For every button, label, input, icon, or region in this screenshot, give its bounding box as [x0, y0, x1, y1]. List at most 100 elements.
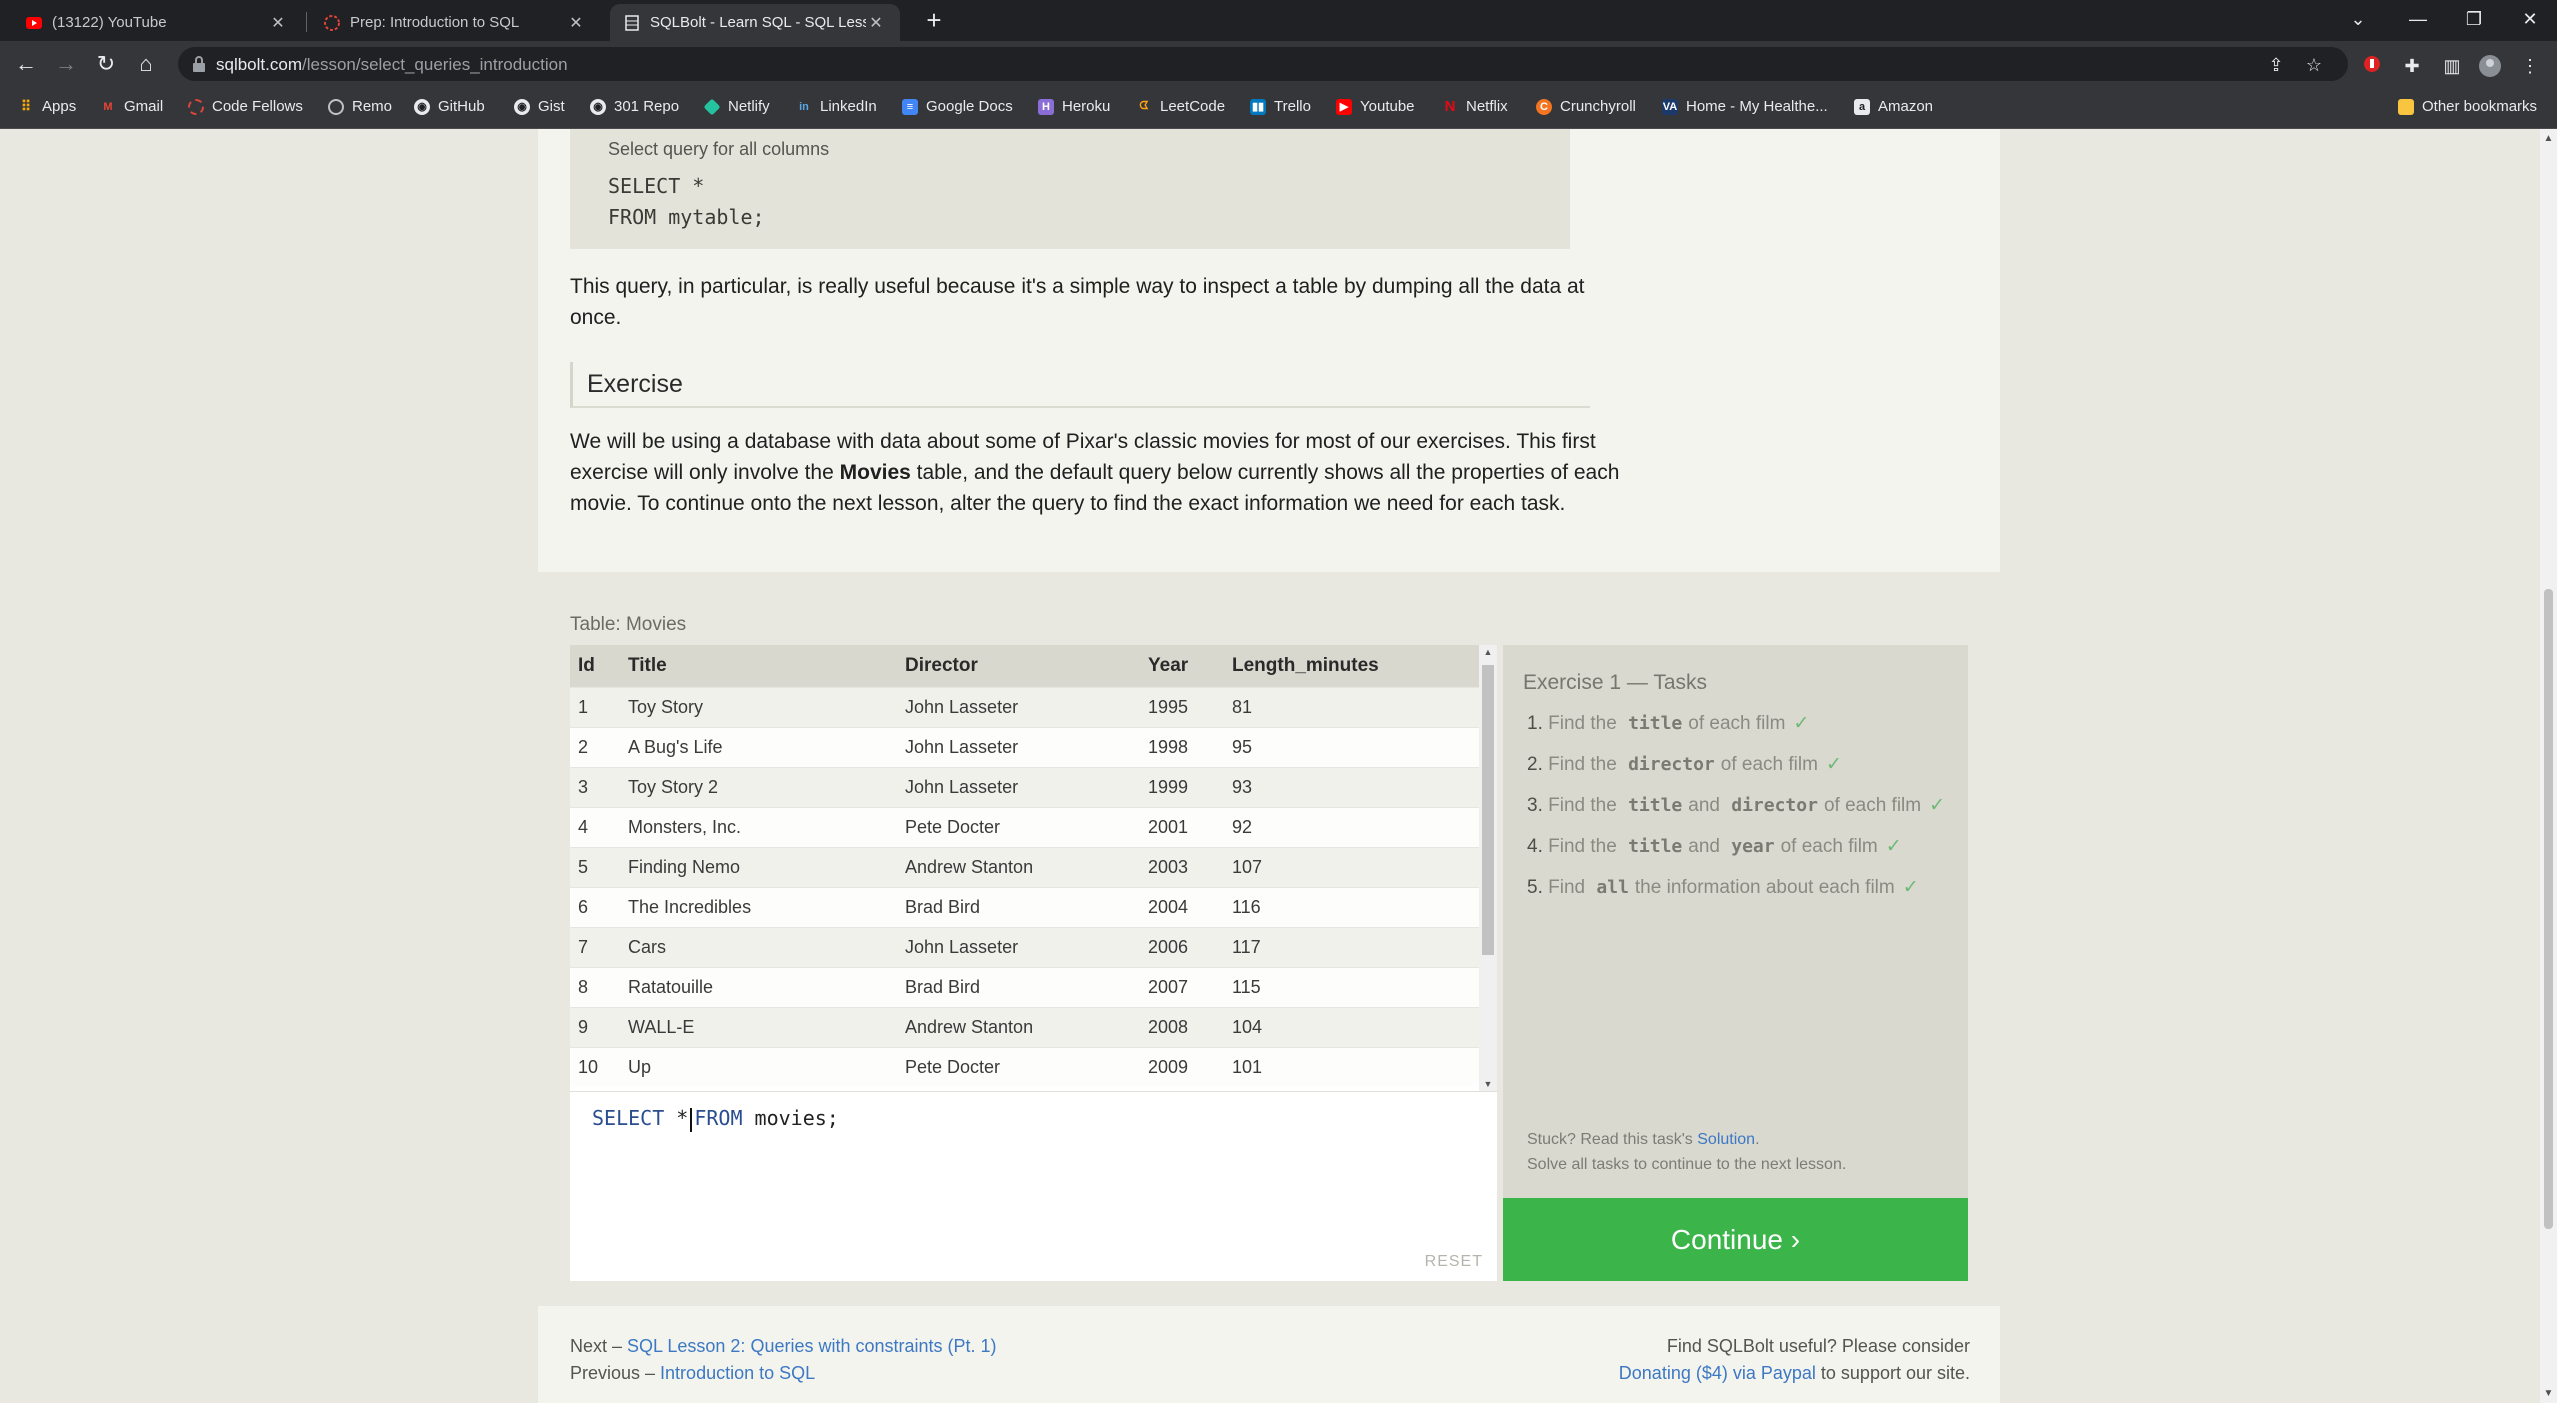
youtube-icon — [26, 15, 42, 31]
bookmark-apps[interactable]: ⠿ Apps — [18, 98, 76, 115]
table-cell: 10 — [570, 1046, 620, 1087]
restore-button[interactable]: ❐ — [2446, 0, 2502, 41]
menu-kebab-icon[interactable]: ⋮ — [2518, 54, 2542, 78]
bookmark-gist[interactable]: ◉ Gist — [514, 98, 565, 115]
table-cell: 104 — [1224, 1006, 1479, 1047]
close-tab-icon[interactable]: ✕ — [566, 13, 586, 33]
bookmark-heroku[interactable]: H Heroku — [1038, 98, 1110, 115]
bookmark-code-fellows[interactable]: Code Fellows — [188, 98, 303, 115]
linkedin-icon: in — [799, 100, 809, 113]
bookmark-gmail[interactable]: M Gmail — [100, 98, 163, 115]
heroku-icon: H — [1038, 98, 1054, 115]
table-cell: WALL-E — [620, 1006, 897, 1047]
column-header: Year — [1140, 645, 1224, 687]
new-tab-button[interactable]: + — [920, 6, 948, 34]
table-cell: 1 — [570, 686, 620, 727]
tab-title: SQLBolt - Learn SQL - SQL Lesson — [650, 14, 866, 31]
task-item: 2. Find the director of each film ✓ — [1527, 754, 1842, 775]
github-icon: ◉ — [590, 98, 606, 115]
minimize-button[interactable]: — — [2390, 0, 2446, 41]
table-cell: Ratatouille — [620, 966, 897, 1007]
next-lesson-link[interactable]: SQL Lesson 2: Queries with constraints (… — [627, 1336, 997, 1356]
bookmark-remo[interactable]: Remo — [328, 98, 392, 115]
donate-link[interactable]: Donating ($4) via Paypal — [1619, 1363, 1816, 1383]
query-text[interactable]: SELECT * FROM movies; — [592, 1106, 839, 1132]
table-cell: 5 — [570, 846, 620, 887]
table-row: 10 Up Pete Docter 2009 101 — [570, 1046, 1479, 1087]
table-row: 6 The Incredibles Brad Bird 2004 116 — [570, 886, 1479, 927]
table-cell: 4 — [570, 806, 620, 847]
bookmark-amazon[interactable]: a Amazon — [1854, 98, 1933, 115]
bookmark-linkedin[interactable]: in LinkedIn — [796, 98, 877, 115]
profile-avatar[interactable] — [2478, 54, 2502, 78]
bookmark-301-repo[interactable]: ◉ 301 Repo — [590, 98, 679, 115]
table-row: 3 Toy Story 2 John Lasseter 1999 93 — [570, 766, 1479, 807]
task-item: 4. Find the title and year of each film ✓ — [1527, 836, 1902, 857]
check-icon: ✓ — [1902, 877, 1919, 898]
bookmark-youtube[interactable]: ▶ Youtube — [1336, 98, 1415, 115]
reload-button[interactable]: ↻ — [90, 48, 122, 80]
tab-youtube[interactable]: (13122) YouTube ✕ — [12, 4, 302, 41]
table-cell: 2004 — [1140, 886, 1224, 927]
table-cell: 107 — [1224, 846, 1479, 887]
previous-lesson-link[interactable]: Introduction to SQL — [660, 1363, 815, 1383]
home-button[interactable]: ⌂ — [130, 48, 162, 80]
side-panel-icon[interactable]: ▥ — [2440, 54, 2464, 78]
scrollbar-thumb[interactable] — [2544, 589, 2553, 1229]
scrollbar-thumb[interactable] — [1482, 665, 1494, 955]
bookmark-google-docs[interactable]: ≡ Google Docs — [902, 98, 1013, 115]
bookmark-leetcode[interactable]: ᗧ LeetCode — [1136, 98, 1225, 115]
table-cell: 1999 — [1140, 766, 1224, 807]
tab-sqlbolt[interactable]: SQLBolt - Learn SQL - SQL Lesson ✕ — [610, 4, 900, 41]
close-window-button[interactable]: ✕ — [2502, 0, 2557, 41]
close-tab-icon[interactable]: ✕ — [866, 13, 886, 33]
tab-search-icon[interactable]: ⌄ — [2330, 0, 2386, 41]
address-bar[interactable]: sqlbolt.com/lesson/select_queries_introd… — [178, 47, 2348, 81]
forward-button[interactable]: → — [50, 48, 82, 80]
scroll-down-arrow-icon[interactable]: ▼ — [2540, 1388, 2557, 1399]
results-table[interactable]: Id Title Director Year Length_minutes 1T… — [570, 645, 1497, 1091]
tab-title: Prep: Introduction to SQL — [350, 14, 520, 31]
scroll-up-arrow-icon[interactable]: ▲ — [2540, 133, 2557, 144]
table-label: Table: Movies — [570, 614, 687, 635]
page-viewport: Select query for all columns SELECT * FR… — [0, 129, 2540, 1403]
bookmark-trello[interactable]: ▮▮ Trello — [1250, 98, 1311, 115]
bookmark-netflix[interactable]: N Netflix — [1442, 98, 1508, 115]
table-cell: 81 — [1224, 686, 1479, 727]
column-header: Title — [620, 645, 897, 687]
table-cell: 2 — [570, 726, 620, 767]
back-button[interactable]: ← — [10, 48, 42, 80]
tab-prep-sql[interactable]: Prep: Introduction to SQL ✕ — [310, 4, 600, 41]
close-tab-icon[interactable]: ✕ — [268, 13, 288, 33]
table-row: 5 Finding Nemo Andrew Stanton 2003 107 — [570, 846, 1479, 887]
trello-icon: ▮▮ — [1250, 98, 1266, 115]
bookmark-crunchyroll[interactable]: C Crunchyroll — [1536, 98, 1636, 115]
share-icon[interactable]: ⇪ — [2264, 53, 2288, 77]
bookmark-star-icon[interactable]: ☆ — [2302, 53, 2326, 77]
youtube-icon: ▶ — [1336, 98, 1352, 115]
scroll-down-arrow-icon[interactable]: ▼ — [1479, 1079, 1497, 1089]
table-scrollbar[interactable]: ▲ ▼ — [1479, 645, 1497, 1091]
code-example: Select query for all columns SELECT * FR… — [570, 129, 1570, 249]
reset-button[interactable]: RESET — [1425, 1253, 1483, 1271]
scroll-up-arrow-icon[interactable]: ▲ — [1479, 647, 1497, 657]
bookmark-netlify[interactable]: Netlify — [703, 98, 770, 115]
sql-query-editor[interactable]: SELECT * FROM movies; RESET — [570, 1091, 1497, 1281]
paragraph-intro: This query, in particular, is really use… — [570, 275, 1585, 329]
extension-red-icon[interactable] — [2360, 54, 2384, 78]
solution-link[interactable]: Solution — [1697, 1131, 1755, 1148]
bookmark-github[interactable]: ◉ GitHub — [414, 98, 485, 115]
column-header: Length_minutes — [1224, 645, 1479, 687]
donate-note: Find SQLBolt useful? Please consider Don… — [1618, 1336, 1970, 1383]
check-icon: ✓ — [1929, 795, 1946, 816]
bookmark-my-healthevet[interactable]: VA Home - My Healthe... — [1662, 98, 1828, 115]
column-header: Director — [897, 645, 1140, 687]
other-bookmarks[interactable]: Other bookmarks — [2398, 98, 2537, 115]
table-cell: 3 — [570, 766, 620, 807]
continue-button[interactable]: Continue › — [1503, 1198, 1968, 1281]
netflix-icon: N — [1444, 98, 1456, 115]
extensions-puzzle-icon[interactable]: ✚ — [2400, 54, 2424, 78]
task-item: 1. Find the title of each film ✓ — [1527, 713, 1810, 734]
page-scrollbar[interactable]: ▲ ▼ — [2540, 129, 2557, 1403]
amazon-icon: a — [1854, 98, 1870, 115]
